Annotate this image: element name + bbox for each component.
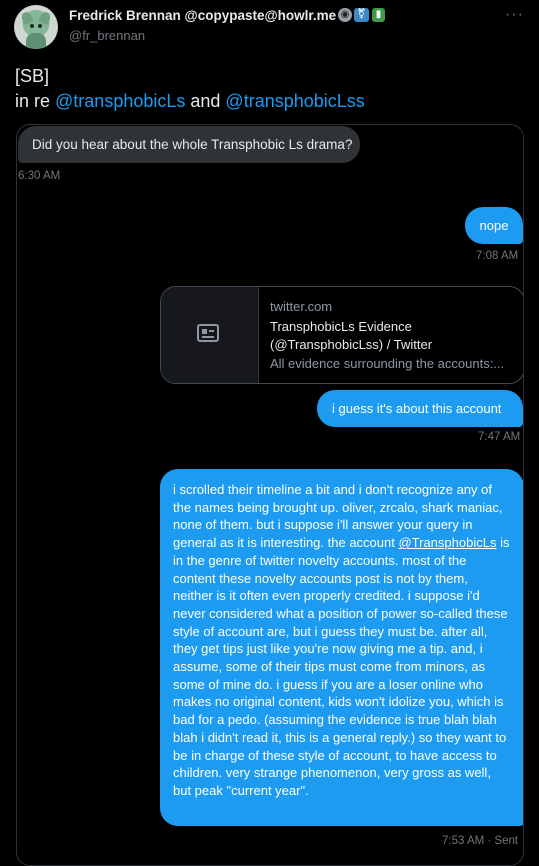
message-timestamp: 7:08 AM	[476, 250, 519, 262]
incoming-message-bubble: Did you hear about the whole Transphobic…	[18, 126, 360, 163]
message-text: is in the genre of twitter novelty accou…	[173, 535, 510, 798]
outgoing-message-bubble: i scrolled their timeline a bit and i do…	[160, 469, 523, 826]
link-description: All evidence surrounding the accounts:..…	[270, 356, 505, 371]
tweet-text-connector: and	[185, 91, 226, 111]
link-title: TransphobicLs Evidence (@TransphobicLss)…	[270, 318, 432, 354]
message-timestamp: 6:30 AM	[18, 170, 61, 182]
link-title-line: (@TransphobicLss) / Twitter	[270, 337, 433, 352]
author-handle[interactable]: @fr_brennan	[69, 28, 145, 43]
link-preview-card: twitter.com TransphobicLs Evidence (@Tra…	[160, 286, 523, 384]
avatar[interactable]	[14, 5, 58, 49]
link-title-line: TransphobicLs Evidence	[270, 319, 412, 334]
raccoon-emoji-icon: ◉	[338, 8, 352, 22]
transgender-flag-emoji-icon: ⚧	[354, 8, 369, 22]
attached-screenshot[interactable]: Did you hear about the whole Transphobic…	[16, 124, 524, 866]
outgoing-message-bubble: i guess it's about this account	[317, 390, 523, 427]
message-timestamp: 7:53 AM · Sent	[442, 835, 519, 847]
article-icon	[197, 324, 219, 342]
avatar-body	[26, 33, 46, 49]
mention-link: @TransphobicLs	[398, 535, 497, 551]
more-options-icon[interactable]: ···	[505, 6, 524, 24]
avatar-eye	[30, 24, 34, 28]
tweet-line-2: in re @transphobicLs and @transphobicLss	[15, 89, 365, 114]
link-domain: twitter.com	[270, 299, 333, 314]
green-book-emoji-icon: ▮	[372, 8, 385, 22]
tweet-line-1: [SB]	[15, 66, 50, 86]
author-display-name[interactable]: Fredrick Brennan @copypaste@howlr.me	[69, 8, 336, 23]
mention-link[interactable]: @transphobicLs	[55, 91, 185, 111]
tweet-text-prefix: in re	[15, 91, 56, 111]
tweet-header: Fredrick Brennan @copypaste@howlr.me ◉ ⚧…	[0, 0, 539, 56]
message-timestamp: 7:47 AM	[478, 431, 521, 443]
tweet-text: [SB] in re @transphobicLs and @transphob…	[15, 64, 365, 114]
avatar-eye	[38, 24, 42, 28]
mention-link[interactable]: @transphobicLss	[225, 91, 364, 111]
outgoing-message-bubble: nope	[465, 207, 523, 244]
link-thumbnail	[161, 287, 259, 383]
